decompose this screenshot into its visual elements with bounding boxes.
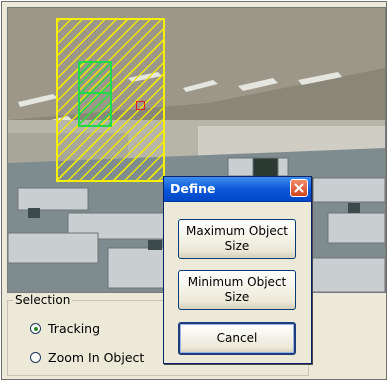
zoom-in-label: Zoom In Object xyxy=(48,350,145,365)
minimum-object-size-label: Minimum Object Size xyxy=(187,275,287,304)
tracking-option[interactable]: Tracking xyxy=(30,321,100,336)
dialog-title-bar[interactable]: Define xyxy=(164,177,311,202)
selection-legend: Selection xyxy=(13,293,73,307)
minimum-object-size-button[interactable]: Minimum Object Size xyxy=(178,270,296,310)
tracking-radio[interactable] xyxy=(30,323,41,334)
cancel-label: Cancel xyxy=(216,331,258,345)
tracking-label: Tracking xyxy=(48,321,101,336)
tracking-box-divider xyxy=(80,92,110,94)
zoom-in-radio[interactable] xyxy=(30,352,41,363)
define-dialog: Define Maximum Object Size Minimum Objec… xyxy=(163,176,312,364)
maximum-object-size-button[interactable]: Maximum Object Size xyxy=(178,219,296,259)
maximum-object-size-label: Maximum Object Size xyxy=(185,224,289,253)
close-button[interactable] xyxy=(290,179,308,197)
cancel-button[interactable]: Cancel xyxy=(178,322,296,355)
zoom-in-option[interactable]: Zoom In Object xyxy=(30,350,144,365)
target-marker[interactable] xyxy=(136,101,145,110)
dialog-title: Define xyxy=(170,181,216,196)
tracking-object-box[interactable] xyxy=(78,61,112,127)
close-icon xyxy=(294,183,304,193)
app-window: Selection Tracking Zoom In Object Define… xyxy=(1,1,387,380)
